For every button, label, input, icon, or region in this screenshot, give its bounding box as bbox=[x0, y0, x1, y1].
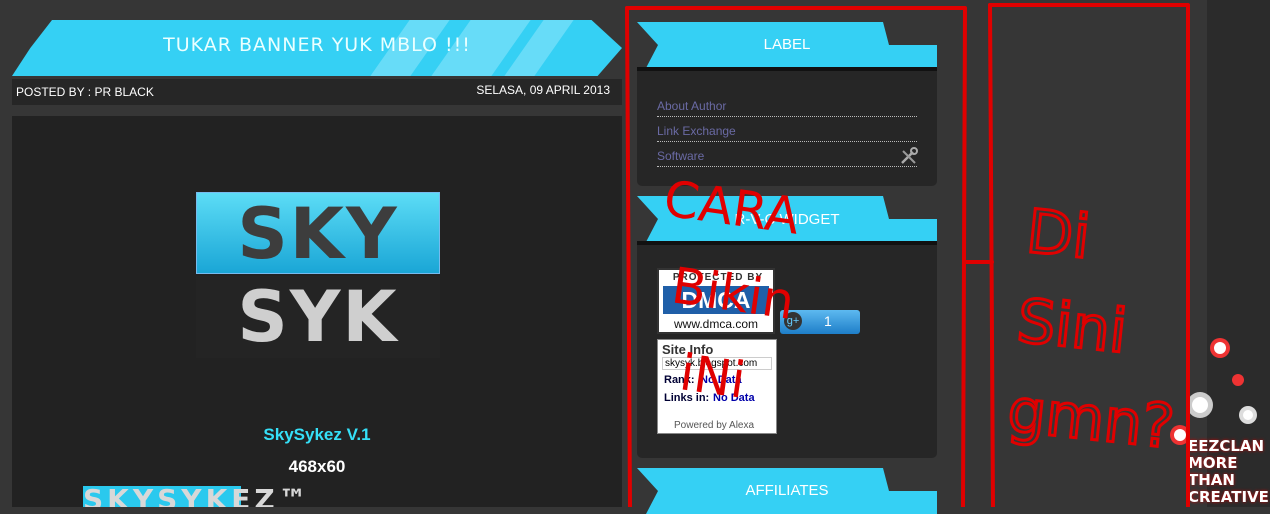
handwritten-right-note: DiSinigmn? bbox=[1005, 197, 1197, 463]
handwritten-left-note: CARABikiniNi bbox=[637, 169, 810, 415]
handwritten-notes: CARABikiniNi DiSinigmn? bbox=[637, 169, 1197, 464]
